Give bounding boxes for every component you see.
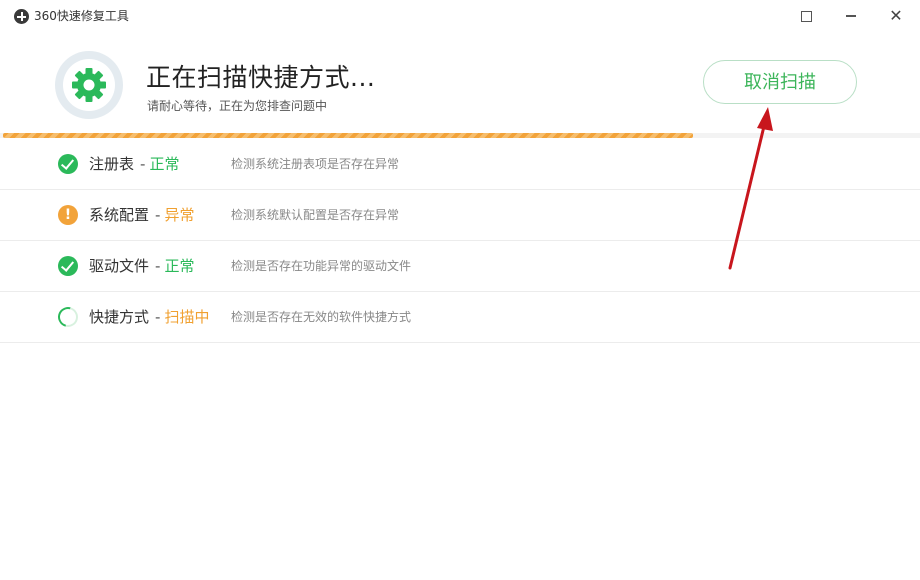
annotation-arrow-icon bbox=[728, 107, 773, 270]
